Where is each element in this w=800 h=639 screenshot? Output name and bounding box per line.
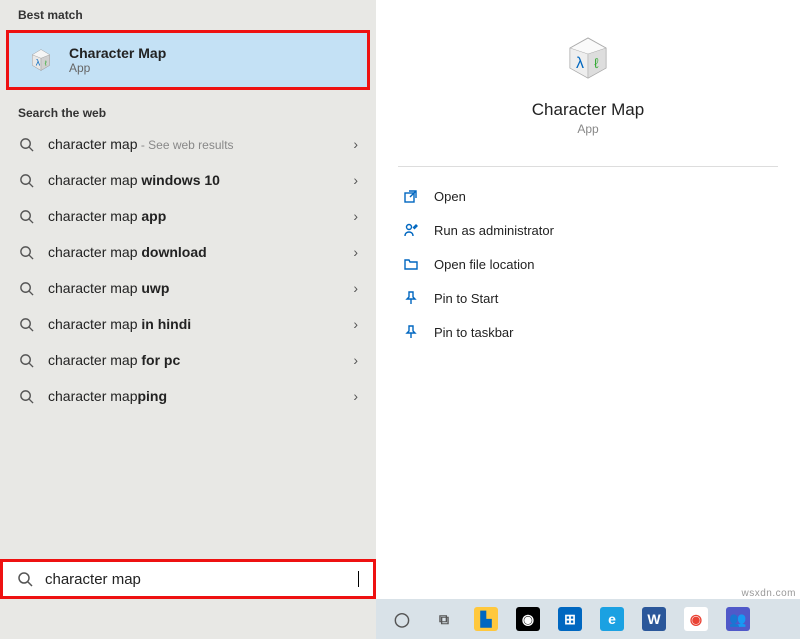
search-icon — [18, 136, 34, 152]
web-result-item[interactable]: character map - See web results › — [0, 126, 376, 162]
chevron-right-icon[interactable]: › — [353, 280, 358, 296]
web-result-item[interactable]: character map windows 10 › — [0, 162, 376, 198]
search-bar[interactable]: character map — [0, 559, 376, 599]
taskbar-chrome[interactable]: ◉ — [678, 601, 714, 637]
app-details-panel: λ ℓ Character Map App Open Run as admini… — [376, 0, 800, 600]
web-result-text: character map download — [48, 244, 207, 260]
chevron-right-icon[interactable]: › — [353, 208, 358, 224]
search-icon — [17, 571, 33, 587]
web-result-item[interactable]: character mapping › — [0, 378, 376, 414]
character-map-icon: λ ℓ — [27, 46, 55, 74]
action-label: Run as administrator — [434, 223, 554, 238]
action-label: Pin to Start — [434, 291, 498, 306]
task-view-icon: ⧉ — [432, 607, 456, 631]
web-result-text: character map - See web results — [48, 136, 234, 152]
svg-text:ℓ: ℓ — [594, 55, 599, 71]
edge-icon: e — [600, 607, 624, 631]
search-icon — [18, 316, 34, 332]
web-result-text: character map in hindi — [48, 316, 191, 332]
action-pin-taskbar[interactable]: Pin to taskbar — [398, 315, 778, 349]
chevron-right-icon[interactable]: › — [353, 316, 358, 332]
app-type: App — [376, 122, 800, 136]
web-result-text: character map uwp — [48, 280, 169, 296]
web-header: Search the web — [0, 98, 376, 126]
svg-text:λ: λ — [36, 57, 41, 67]
search-icon — [18, 352, 34, 368]
action-label: Open — [434, 189, 466, 204]
taskbar-task-view[interactable]: ⧉ — [426, 601, 462, 637]
admin-icon — [402, 221, 420, 239]
taskbar-edge[interactable]: e — [594, 601, 630, 637]
web-result-item[interactable]: character map uwp › — [0, 270, 376, 306]
taskbar-word[interactable]: W — [636, 601, 672, 637]
taskbar: ◯ ⧉ ▙ ◉ ⊞ eW ◉ 👥 — [376, 599, 800, 639]
best-match-sub: App — [69, 61, 166, 75]
chrome-icon: ◉ — [684, 607, 708, 631]
web-result-text: character map app — [48, 208, 166, 224]
taskbar-teams[interactable]: 👥 — [720, 601, 756, 637]
teams-icon: 👥 — [726, 607, 750, 631]
file-explorer-icon: ▙ — [474, 607, 498, 631]
taskbar-store[interactable]: ⊞ — [552, 601, 588, 637]
action-open[interactable]: Open — [398, 179, 778, 213]
action-label: Open file location — [434, 257, 534, 272]
actions-list: Open Run as administrator Open file loca… — [376, 179, 800, 349]
chevron-right-icon[interactable]: › — [353, 136, 358, 152]
folder-icon — [402, 255, 420, 273]
pin-taskbar-icon — [402, 323, 420, 341]
svg-text:λ: λ — [576, 55, 584, 72]
divider — [398, 166, 778, 167]
search-icon — [18, 280, 34, 296]
search-icon — [18, 208, 34, 224]
web-result-text: character map for pc — [48, 352, 180, 368]
action-folder[interactable]: Open file location — [398, 247, 778, 281]
app-large-icon: λ ℓ — [560, 30, 616, 86]
search-icon — [18, 244, 34, 260]
store-icon: ⊞ — [558, 607, 582, 631]
action-pin-start[interactable]: Pin to Start — [398, 281, 778, 315]
taskbar-file-explorer[interactable]: ▙ — [468, 601, 504, 637]
web-result-item[interactable]: character map for pc › — [0, 342, 376, 378]
taskbar-dell[interactable]: ◉ — [510, 601, 546, 637]
web-result-text: character map windows 10 — [48, 172, 220, 188]
search-icon — [18, 388, 34, 404]
search-input[interactable]: character map — [45, 571, 357, 588]
watermark: wsxdn.com — [741, 588, 796, 599]
best-match-item[interactable]: λ ℓ Character Map App — [6, 30, 370, 90]
taskbar-cortana[interactable]: ◯ — [384, 601, 420, 637]
open-icon — [402, 187, 420, 205]
best-match-header: Best match — [0, 0, 376, 28]
dell-icon: ◉ — [516, 607, 540, 631]
chevron-right-icon[interactable]: › — [353, 244, 358, 260]
word-icon: W — [642, 607, 666, 631]
pin-start-icon — [402, 289, 420, 307]
web-result-text: character mapping — [48, 388, 167, 404]
web-results-list: character map - See web results › charac… — [0, 126, 376, 600]
chevron-right-icon[interactable]: › — [353, 352, 358, 368]
web-result-item[interactable]: character map app › — [0, 198, 376, 234]
search-icon — [18, 172, 34, 188]
web-result-item[interactable]: character map download › — [0, 234, 376, 270]
web-result-item[interactable]: character map in hindi › — [0, 306, 376, 342]
cortana-icon: ◯ — [390, 607, 414, 631]
action-label: Pin to taskbar — [434, 325, 514, 340]
action-admin[interactable]: Run as administrator — [398, 213, 778, 247]
chevron-right-icon[interactable]: › — [353, 172, 358, 188]
search-input-wrapper[interactable]: character map — [45, 571, 359, 588]
best-match-title: Character Map — [69, 45, 166, 61]
chevron-right-icon[interactable]: › — [353, 388, 358, 404]
app-title: Character Map — [376, 100, 800, 120]
search-results-panel: Best match λ ℓ Character Map App Search … — [0, 0, 376, 600]
